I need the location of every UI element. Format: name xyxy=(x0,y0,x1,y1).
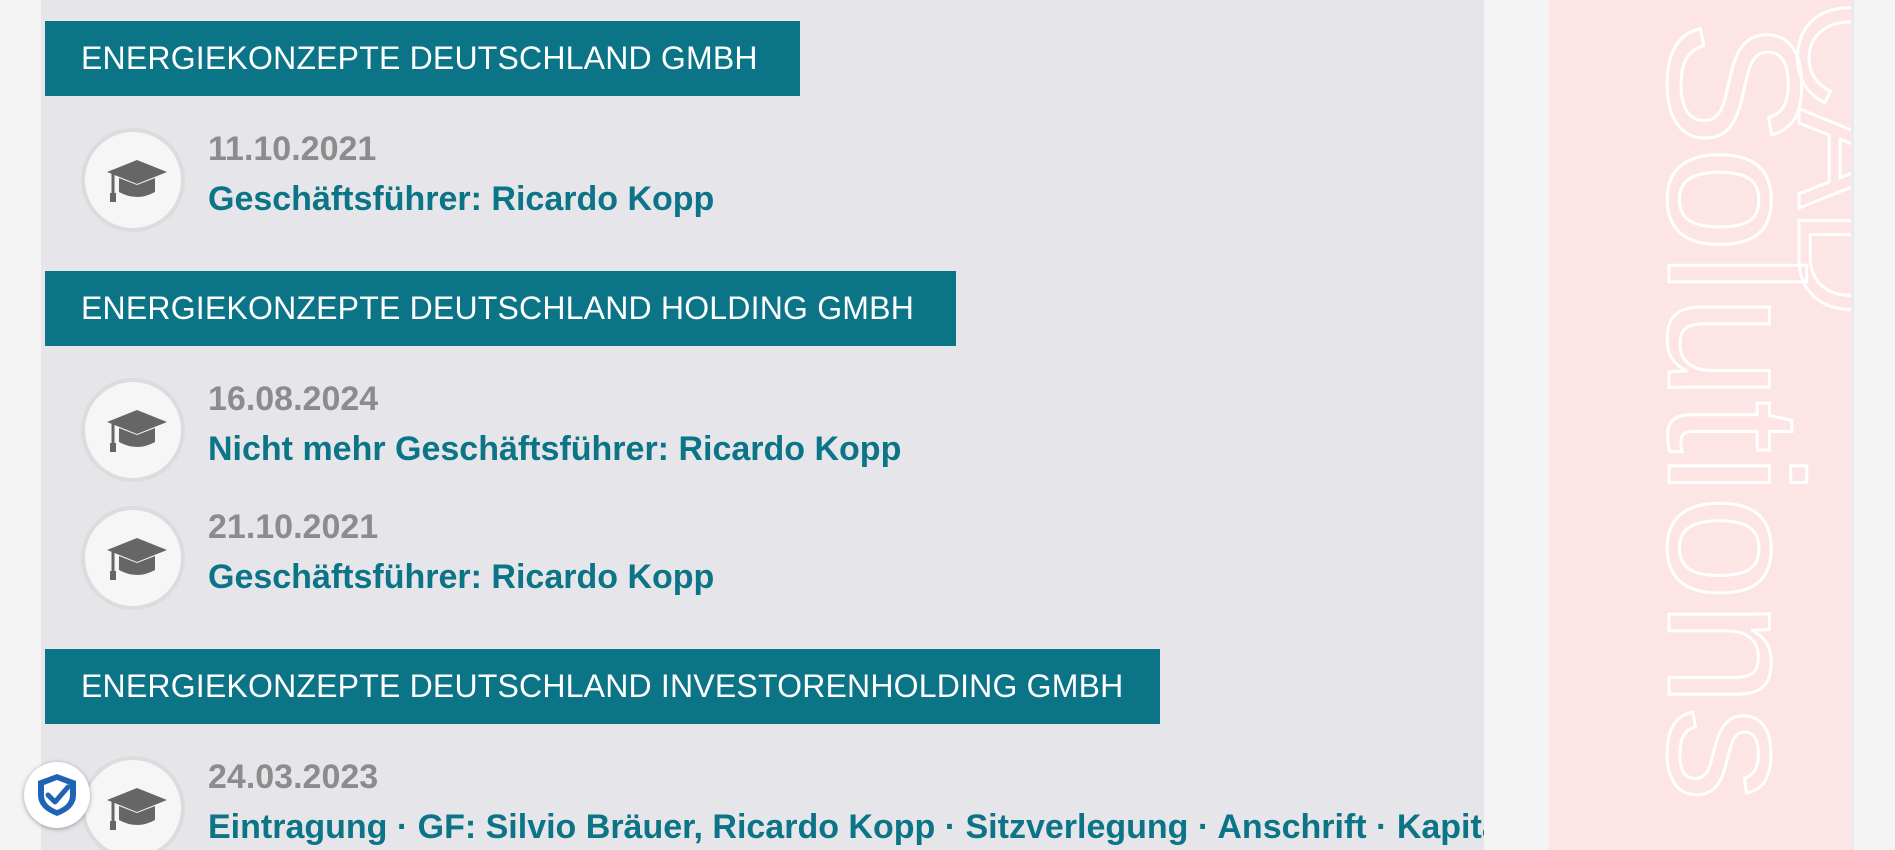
checkmark-shield-icon xyxy=(38,774,76,816)
entry-title-link[interactable]: Geschäftsführer: Ricardo Kopp xyxy=(208,180,714,219)
ad-text-line2: Solutions xyxy=(1628,20,1840,802)
entry-title-link[interactable]: Eintragung · GF: Silvio Bräuer, Ricardo … xyxy=(208,808,1484,847)
entry-date: 11.10.2021 xyxy=(208,130,377,168)
entry-date: 16.08.2024 xyxy=(208,380,379,418)
timeline-entry: 11.10.2021 Geschäftsführer: Ricardo Kopp xyxy=(81,128,1481,238)
company-name: ENERGIEKONZEPTE DEUTSCHLAND HOLDING GMBH xyxy=(81,290,914,326)
company-name: ENERGIEKONZEPTE DEUTSCHLAND INVESTORENHO… xyxy=(81,668,1124,704)
company-header[interactable]: ENERGIEKONZEPTE DEUTSCHLAND GMBH xyxy=(45,21,800,96)
graduation-cap-icon xyxy=(81,378,185,482)
entry-title-link[interactable]: Geschäftsführer: Ricardo Kopp xyxy=(208,558,714,597)
main-content-panel: ENERGIEKONZEPTE DEUTSCHLAND GMBH 11.10.2… xyxy=(41,0,1484,850)
graduation-cap-icon xyxy=(81,506,185,610)
timeline-entry: 24.03.2023 Eintragung · GF: Silvio Bräue… xyxy=(81,756,1484,850)
graduation-cap-icon xyxy=(81,128,185,232)
company-header[interactable]: ENERGIEKONZEPTE DEUTSCHLAND INVESTORENHO… xyxy=(45,649,1160,724)
company-name: ENERGIEKONZEPTE DEUTSCHLAND GMBH xyxy=(81,40,758,76)
entry-title-link[interactable]: Nicht mehr Geschäftsführer: Ricardo Kopp xyxy=(208,430,901,469)
timeline-entry: 21.10.2021 Geschäftsführer: Ricardo Kopp xyxy=(81,506,1481,616)
timeline-entry: 16.08.2024 Nicht mehr Geschäftsführer: R… xyxy=(81,378,1481,488)
company-header[interactable]: ENERGIEKONZEPTE DEUTSCHLAND HOLDING GMBH xyxy=(45,271,956,346)
entry-date: 21.10.2021 xyxy=(208,508,379,546)
trust-badge[interactable] xyxy=(24,762,90,828)
entry-date: 24.03.2023 xyxy=(208,758,379,796)
graduation-cap-icon xyxy=(81,756,185,850)
advertisement-banner[interactable]: CAD Solutions xyxy=(1549,0,1854,850)
